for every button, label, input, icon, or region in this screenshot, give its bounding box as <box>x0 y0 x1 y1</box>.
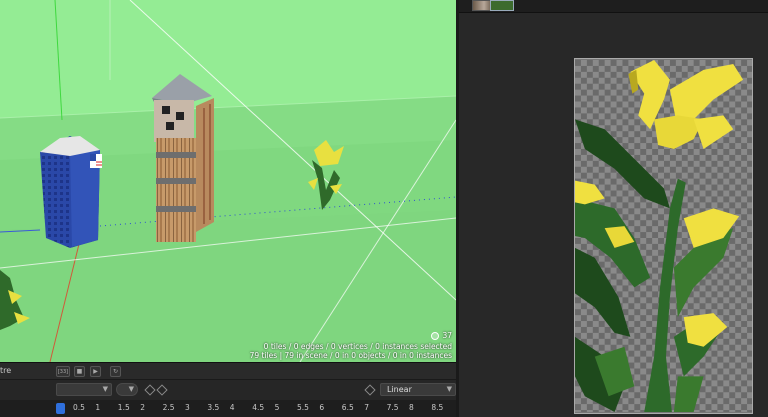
ruler-tick: 2.5 <box>162 403 175 412</box>
ruler-tick: 1 <box>95 403 101 412</box>
viewport-3d[interactable]: 37 0 tiles / 0 edges / 0 vertices / 0 in… <box>0 0 456 362</box>
frame-button[interactable]: [33] <box>56 366 70 377</box>
keyframe-icon[interactable] <box>364 384 376 396</box>
ruler-tick: 4.5 <box>252 403 265 412</box>
texture-thumbnail-bar <box>459 0 768 13</box>
ruler-tick: 8 <box>409 403 414 412</box>
interpolation-dropdown[interactable]: Linear ▼ <box>380 383 456 396</box>
keyframe-toolbar: ▼ ▼ Linear ▼ <box>0 380 456 400</box>
ruler-tick: 5 <box>274 403 280 412</box>
scene-render[interactable] <box>0 0 456 362</box>
prev-keyframe-icon[interactable] <box>144 384 156 396</box>
ruler-tick: 7 <box>364 403 369 412</box>
chevron-down-icon: ▼ <box>446 385 452 393</box>
scene-stats: 0 tiles / 0 edges / 0 vertices / 0 insta… <box>250 342 452 360</box>
ruler-tick: 0.5 <box>73 403 85 412</box>
ruler-tick: 4 <box>229 403 235 412</box>
timeline-toolbar: tre [33] ■ ▶ ↻ <box>0 363 456 380</box>
ruler-tick: 1.5 <box>117 403 130 412</box>
timeline-panel: tre [33] ■ ▶ ↻ ▼ ▼ Linear ▼ 0.5 1 1.5 2 2.5 3… <box>0 362 456 417</box>
porta-potty-model <box>40 136 102 248</box>
ruler-tick: 2 <box>140 403 145 412</box>
ruler-tick: 6.5 <box>341 403 354 412</box>
next-keyframe-icon[interactable] <box>156 384 168 396</box>
track-dropdown[interactable]: ▼ <box>56 383 112 396</box>
frame-button-label: [33] <box>57 369 69 375</box>
texture-preview[interactable] <box>574 58 753 414</box>
chevron-down-icon: ▼ <box>102 385 108 393</box>
fps-value: 37 <box>442 331 452 340</box>
clock-icon <box>431 331 440 340</box>
texture-thumbnail-2[interactable] <box>490 0 514 11</box>
chevron-down-icon: ▼ <box>128 385 134 393</box>
stats-selected: 0 tiles / 0 edges / 0 vertices / 0 insta… <box>263 342 452 351</box>
ruler-tick: 8.5 <box>431 403 444 412</box>
interpolation-value: Linear <box>387 385 412 394</box>
stats-scene: 79 tiles | 79 in scene / 0 in 0 objects … <box>249 351 452 360</box>
ruler-tick: 5.5 <box>297 403 309 412</box>
settings-dropdown[interactable]: ▼ <box>116 383 138 396</box>
fps-counter: 37 <box>431 331 452 340</box>
ruler-tick: 7.5 <box>386 403 399 412</box>
texture-panel <box>459 0 768 417</box>
stop-button[interactable]: ■ <box>74 366 85 377</box>
ruler-tick: 6 <box>319 403 325 412</box>
playhead[interactable] <box>56 403 65 414</box>
ruler-tick: 3 <box>185 403 190 412</box>
play-button[interactable]: ▶ <box>90 366 101 377</box>
loop-icon[interactable]: ↻ <box>110 366 121 377</box>
track-name-label: tre <box>0 366 12 375</box>
app-window: 37 0 tiles / 0 edges / 0 vertices / 0 in… <box>0 0 768 417</box>
ruler-tick: 3.5 <box>207 403 220 412</box>
timeline-ruler[interactable]: 0.5 1 1.5 2 2.5 3 3.5 4 4.5 5 5.5 6 6.5 7 7.5 8 8.5 <box>0 400 456 417</box>
